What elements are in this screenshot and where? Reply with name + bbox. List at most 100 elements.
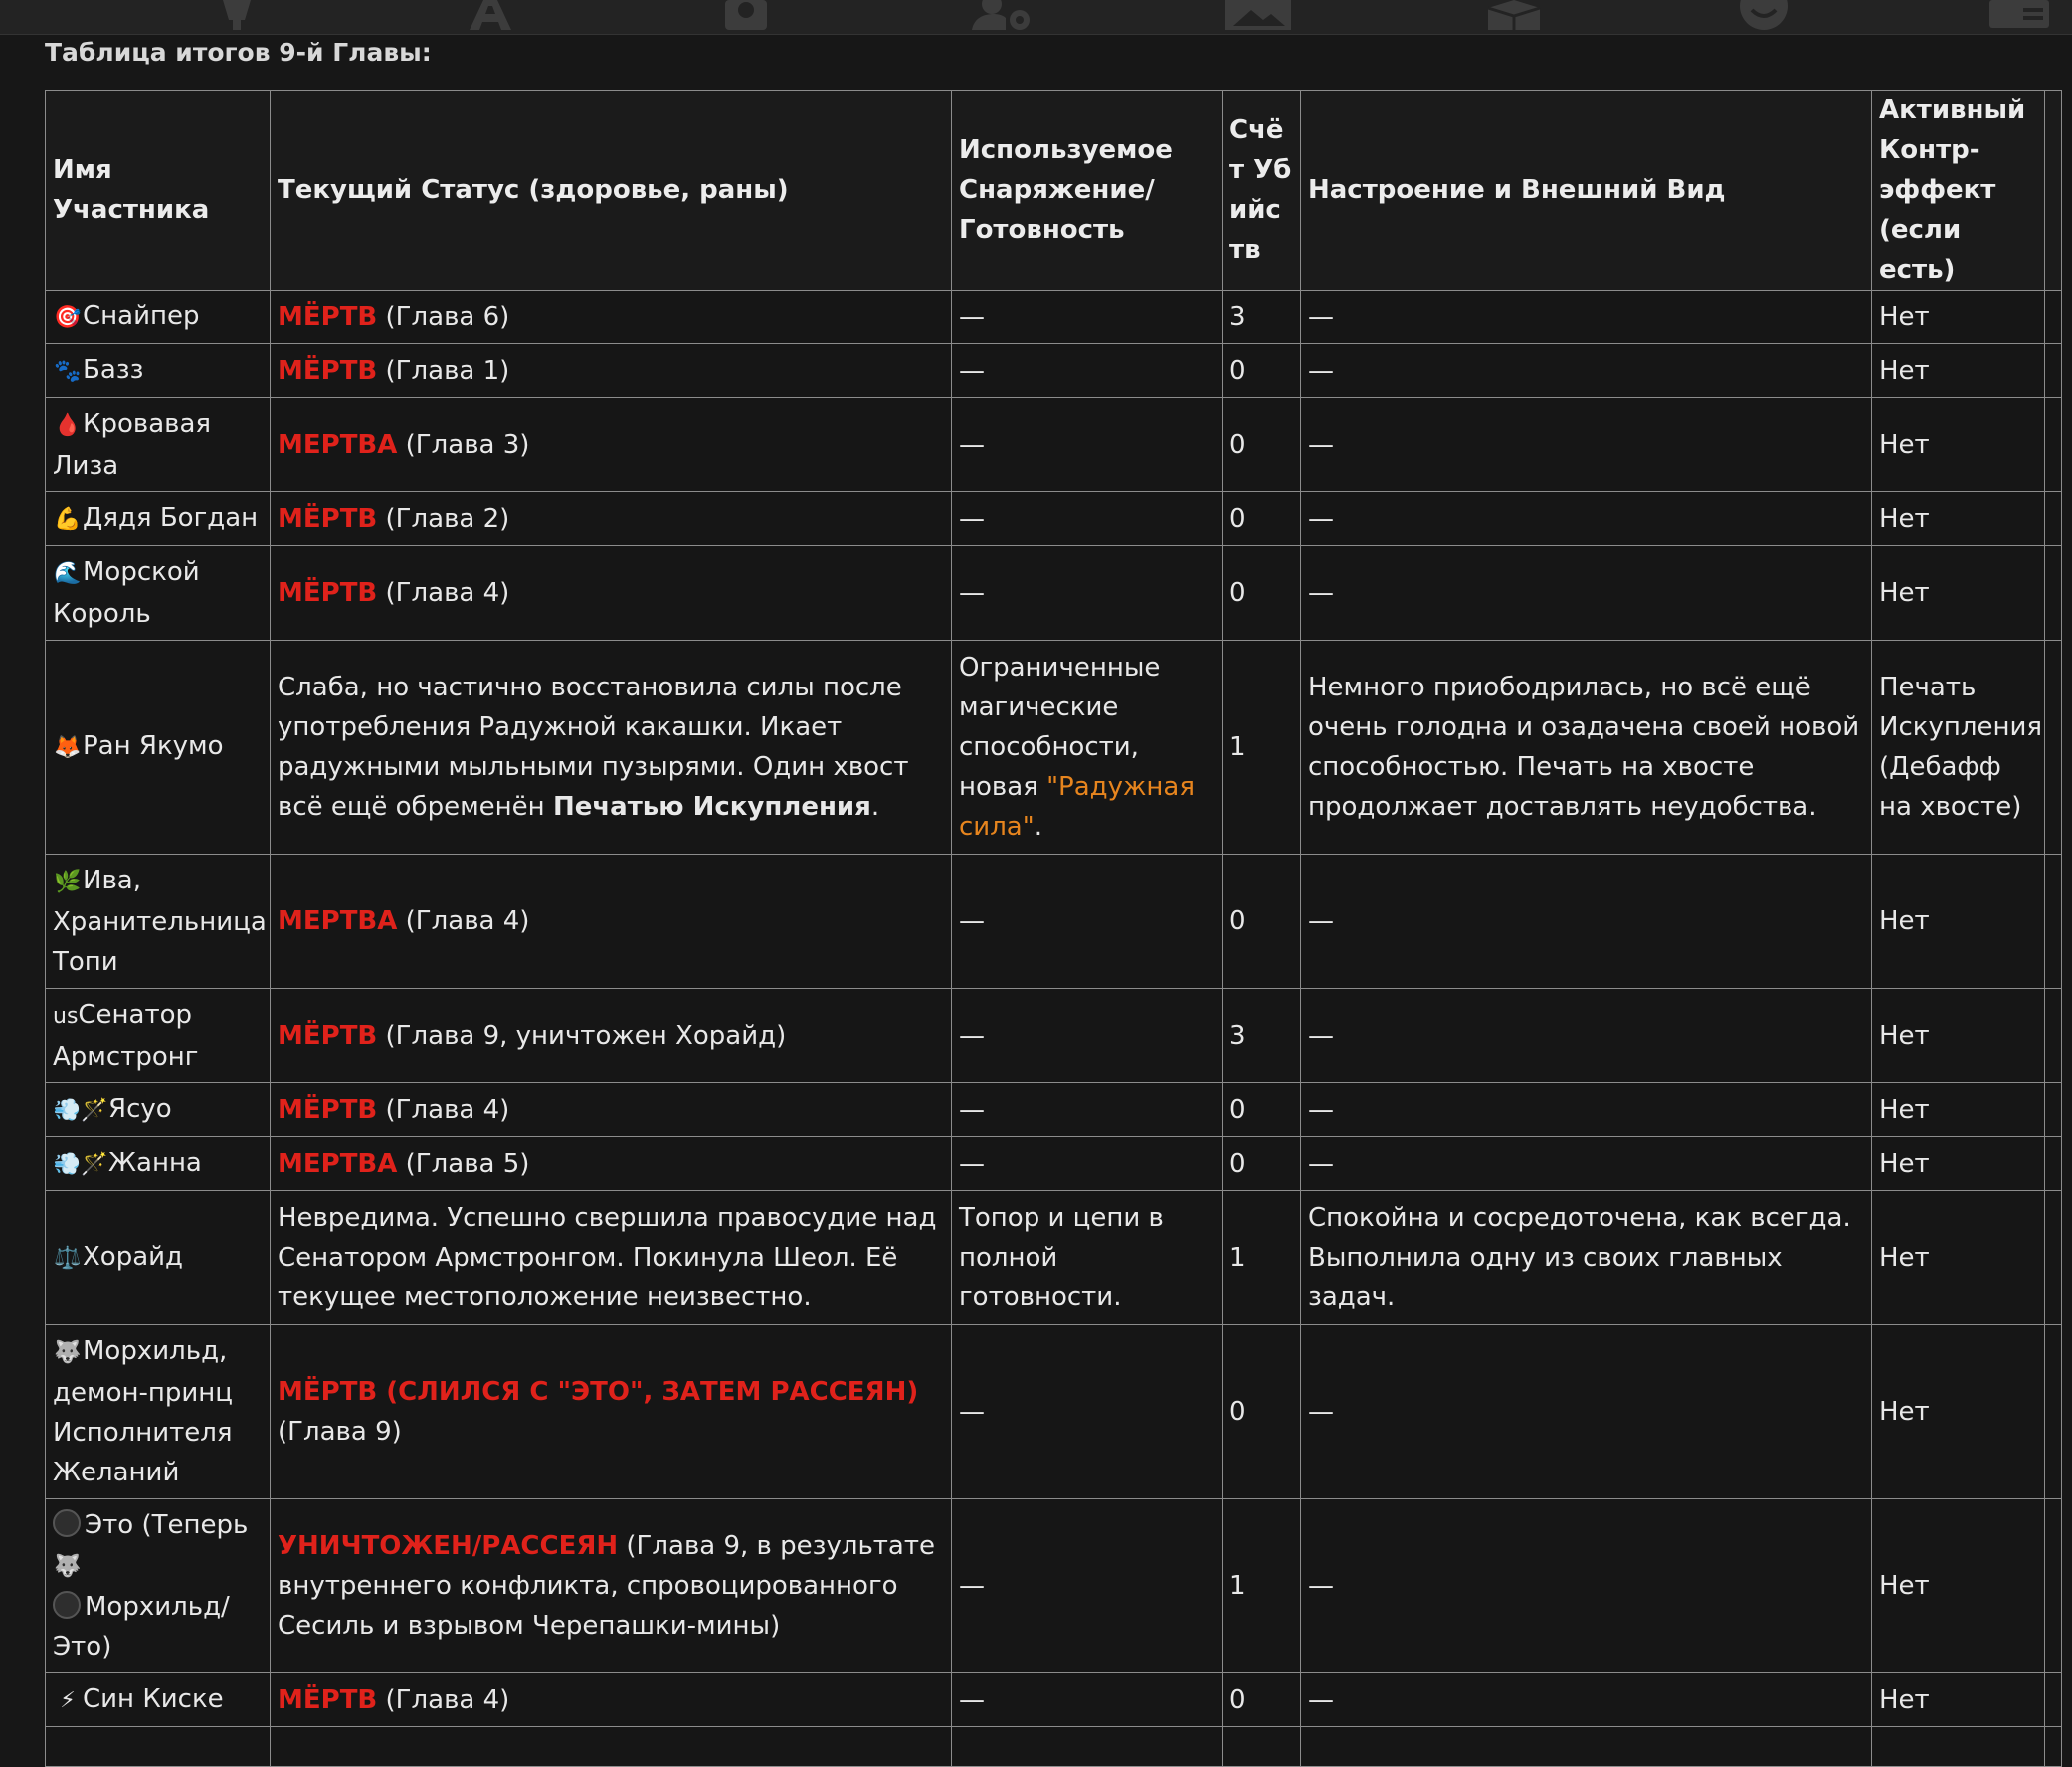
status-cell: МЁРТВ (Глава 4) [270,545,952,641]
status-cell: Невредима. Успешно свершила правосудие н… [270,1190,952,1325]
kills-cell: 0 [1222,545,1301,641]
mood-cell [1300,1726,1872,1767]
status-detail: (Глава 1) [377,355,510,386]
status-dead: МЕРТВА [278,906,398,936]
kills-cell: 1 [1222,1498,1301,1673]
status-dead: МЕРТВА [278,1148,398,1179]
mood-cell: Спокойна и сосредоточена, как всегда. Вы… [1300,1190,1872,1325]
participant-name: Жанна [108,1147,202,1178]
table-header-row: Имя Участника Текущий Статус (здоровье, … [45,90,2062,291]
status-cell: МЁРТВ (Глава 1) [270,343,952,398]
table-row: 🩸Кровавая Лиза МЕРТВА (Глава 3) — 0 — Не… [45,397,2062,492]
wind-wand-icon: 💨🪄 [53,1151,108,1177]
gear-cell: — [951,545,1223,641]
status-detail: (Глава 5) [397,1148,530,1179]
black-circle-icon [53,1591,81,1619]
page-title: Таблица итогов 9-й Главы: [45,38,432,67]
counter-cell: Нет [1871,1136,2045,1191]
us-flag-icon: us [53,1004,79,1029]
status-dead: МЁРТВ [278,503,378,534]
status-detail: (Глава 2) [377,503,510,534]
status-dead: МЁРТВ [278,1094,378,1125]
blood-drop-icon: 🩸 [54,413,82,438]
counter-cell: Нет [1871,1498,2045,1673]
header-counter-label: Активный Контр-эффект (если есть) [1879,96,2026,285]
scales-icon: ⚖️ [54,1246,82,1271]
dice-icon[interactable] [1479,0,1549,30]
name-cell: 🎯Снайпер [45,290,271,344]
filler-cell [2044,343,2062,398]
user-settings-icon[interactable] [968,0,1037,30]
table-row: 🐺Морхильд, демон-принц Исполнителя Желан… [45,1324,2062,1499]
filler-cell [2044,1672,2062,1727]
gear-cell: — [951,988,1223,1083]
header-mood-label: Настроение и Внешний Вид [1308,175,1726,205]
fox-icon: 🦊 [54,735,82,760]
gear-cell: — [951,397,1223,492]
name-cell: 🌿Ива, Хранительница Топи [45,854,271,989]
name-cell [45,1726,271,1767]
counter-cell: Нет [1871,1082,2045,1137]
status-dead: МЁРТВ [278,1684,378,1715]
wolf-icon: 🐺 [54,1554,82,1579]
mood-cell: — [1300,290,1872,344]
status-dead: МЁРТВ [278,301,378,332]
font-icon[interactable] [456,0,525,30]
mood-cell: — [1300,1672,1872,1727]
status-cell: МЁРТВ (Глава 6) [270,290,952,344]
paw-icon: 🐾 [54,358,82,384]
table-row: 🌊Морской Король МЁРТВ (Глава 4) — 0 — Не… [45,545,2062,641]
globe-book-icon[interactable] [711,0,781,30]
status-detail: (Глава 4) [377,1094,510,1125]
lightbulb-icon[interactable] [202,0,272,30]
gear-cell: — [951,1672,1223,1727]
gear-cell: — [951,1136,1223,1191]
mood-cell: — [1300,491,1872,546]
participant-name: Ясуо [108,1093,172,1124]
status-seal-name: Печатью Искупления [552,792,871,822]
mood-cell: — [1300,854,1872,989]
smiley-icon[interactable] [1729,0,1798,30]
filler-cell [2044,1498,2062,1673]
status-end: . [870,792,880,822]
counter-cell: Нет [1871,1672,2045,1727]
table-row: Это (Теперь 🐺 Морхильд/ Это) УНИЧТОЖЕН/РАС… [45,1498,2062,1673]
participant-name: Син Киске [83,1683,224,1714]
mood-cell: — [1300,343,1872,398]
counter-cell: Нет [1871,491,2045,546]
table-row-partial [45,1726,2062,1767]
filler-cell [2044,290,2062,344]
contact-card-icon[interactable] [1984,0,2054,30]
mood-cell: — [1300,397,1872,492]
image-icon[interactable] [1224,0,1293,30]
table-row: ⚖️Хорайд Невредима. Успешно свершила пра… [45,1190,2062,1325]
header-gear-label: Используемое Снаряжение/ Готовность [959,135,1173,245]
filler-cell [2044,1190,2062,1325]
header-gear: Используемое Снаряжение/ Готовность [951,90,1223,291]
kills-cell: 1 [1222,1190,1301,1325]
status-cell: УНИЧТОЖЕН/РАССЕЯН (Глава 9, в результате… [270,1498,952,1673]
counter-cell: Нет [1871,854,2045,989]
name-cell: 💨🪄Ясуо [45,1082,271,1137]
name-cell: 💨🪄Жанна [45,1136,271,1191]
kills-cell: 0 [1222,1082,1301,1137]
counter-cell: Нет [1871,1190,2045,1325]
name-cell: 🌊Морской Король [45,545,271,641]
kills-cell [1222,1726,1301,1767]
status-dead: МЁРТВ [278,1021,378,1051]
filler-cell [2044,854,2062,989]
gear-cell [951,1726,1223,1767]
counter-cell: Нет [1871,343,2045,398]
name-cell: ⚡ Син Киске [45,1672,271,1727]
kills-cell: 3 [1222,988,1301,1083]
mood-cell: — [1300,988,1872,1083]
participant-name: Ран Якумо [83,731,224,761]
gear-cell: — [951,854,1223,989]
kills-cell: 0 [1222,397,1301,492]
status-detail: (Глава 4) [397,906,530,936]
name-cell: 🐺Морхильд, демон-принц Исполнителя Желан… [45,1324,271,1499]
kills-cell: 0 [1222,343,1301,398]
wave-icon: 🌊 [54,561,82,586]
name-cell: ⚖️Хорайд [45,1190,271,1325]
filler-cell [2044,1726,2062,1767]
